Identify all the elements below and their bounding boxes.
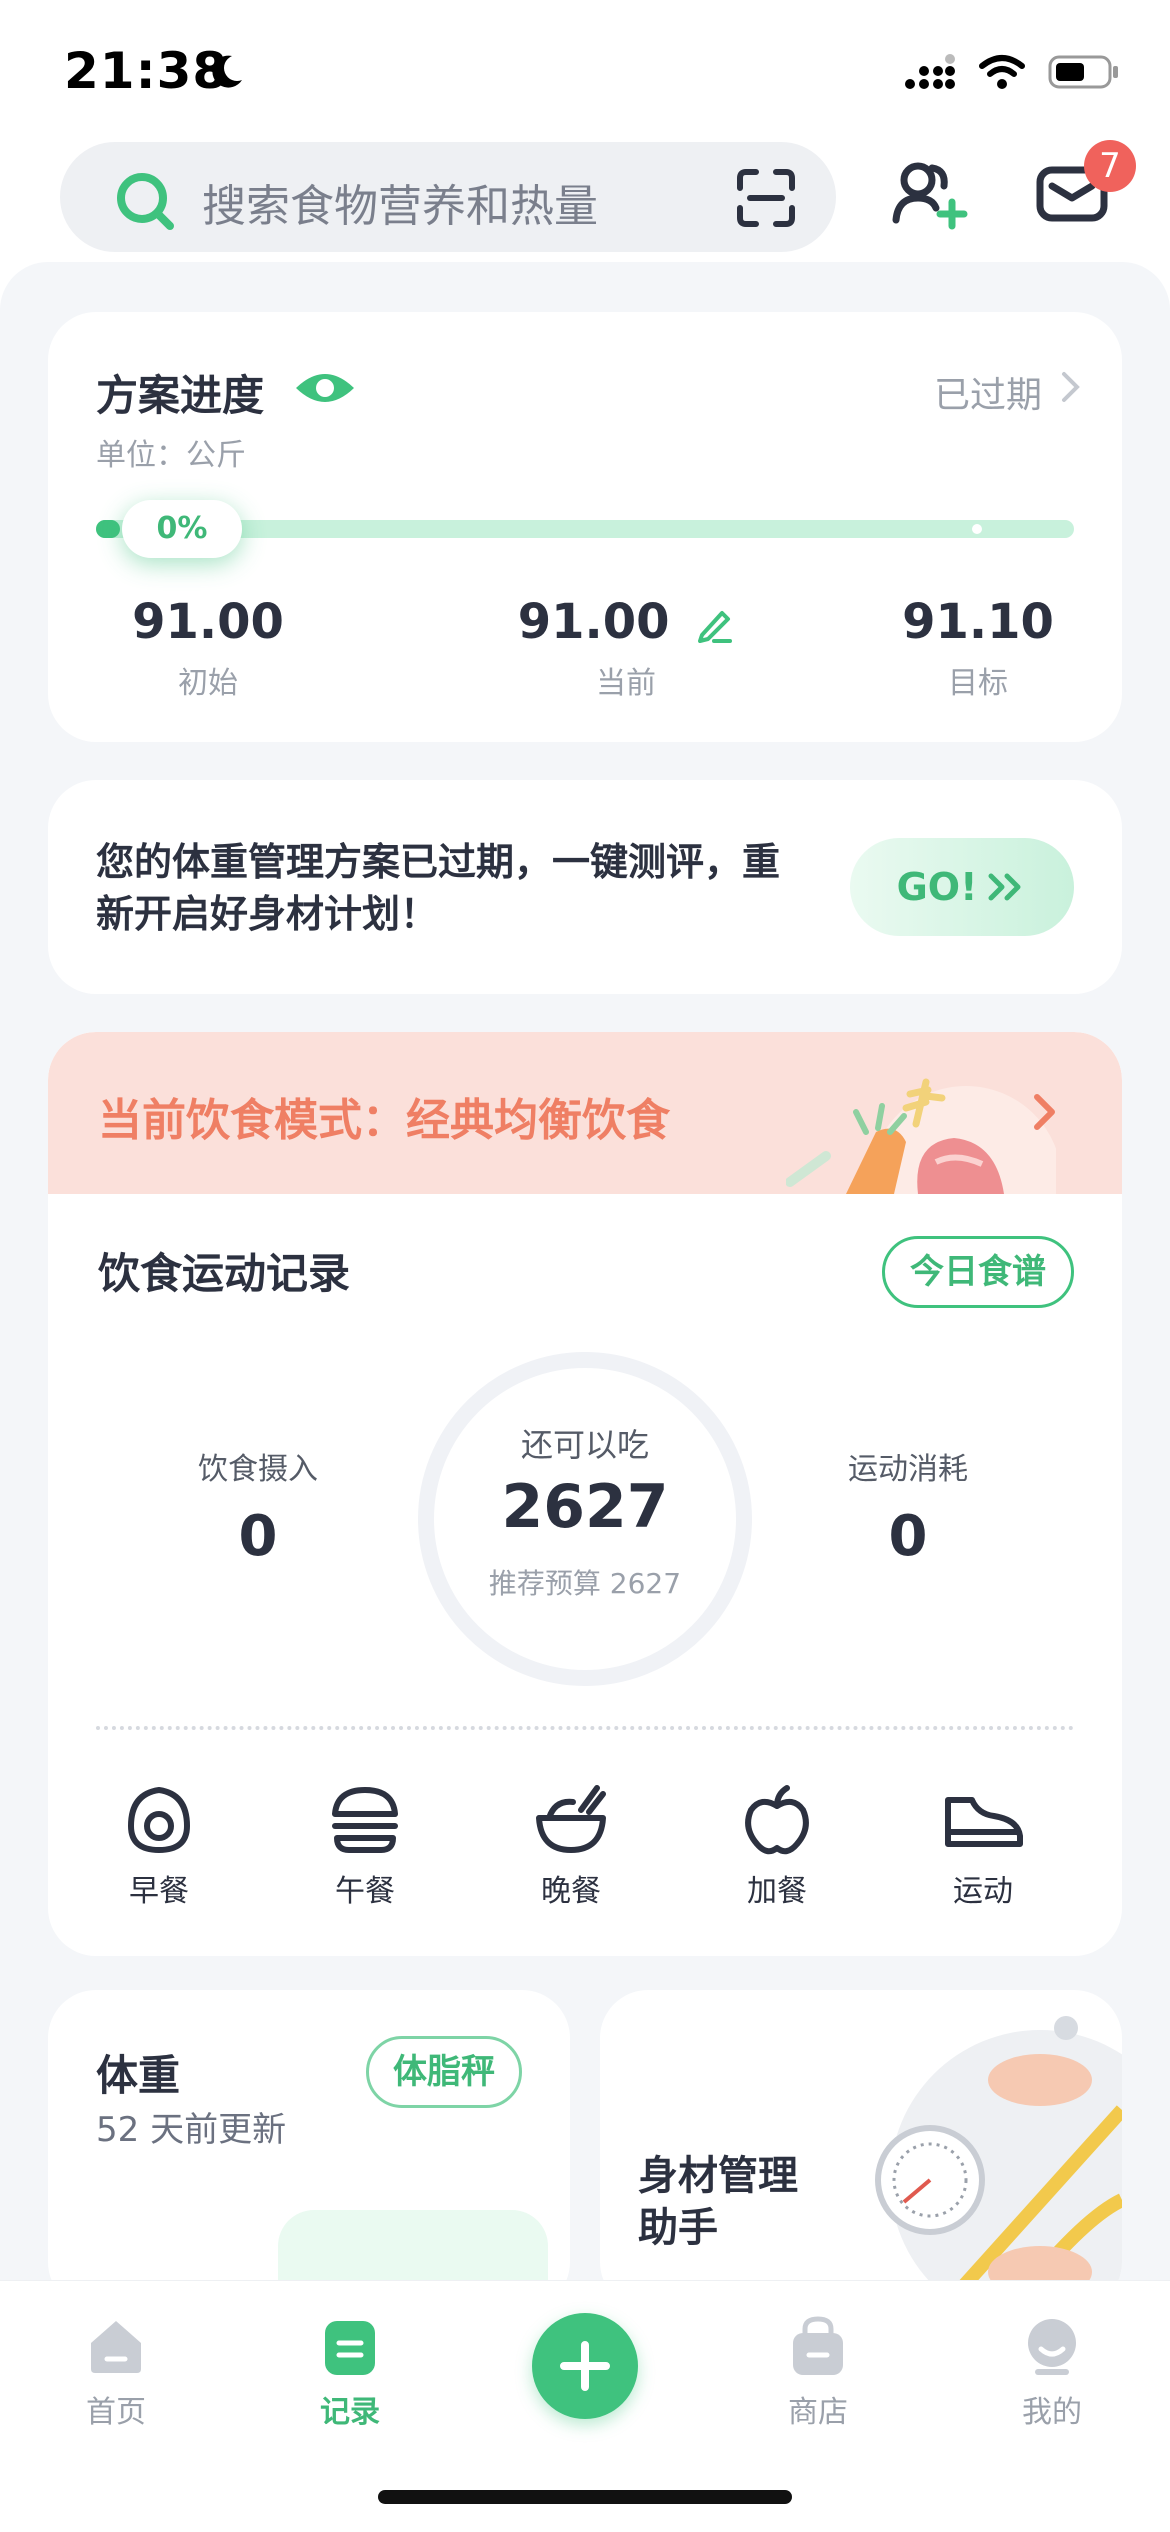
status-indicators	[904, 54, 1120, 90]
weight-updated: 52 天前更新	[96, 2110, 287, 2150]
tab-label: 首页	[86, 2395, 146, 2430]
expired-message: 您的体重管理方案已过期，一键测评，重新开启好身材计划！	[96, 840, 781, 936]
apple-icon	[745, 1785, 809, 1855]
body-assistant-card[interactable]: 身材管理助手	[600, 1990, 1122, 2310]
tab-label: 商店	[788, 2395, 848, 2430]
double-chevron-right-icon	[988, 873, 1021, 901]
initial-label: 初始	[178, 666, 238, 701]
wifi-icon	[979, 55, 1025, 89]
body-assistant-title: 身材管理助手	[638, 2153, 798, 2251]
weight-card[interactable]: 体重 52 天前更新 体脂秤	[48, 1990, 570, 2350]
tab-shop[interactable]: 商店	[748, 2315, 888, 2431]
diet-record-card: 当前饮食模式：经典均衡饮食 饮食运动记录 今日食谱 饮食摄入 0 还可以吃 26…	[48, 1032, 1122, 1956]
plan-title: 方案进度	[96, 371, 265, 420]
mail-badge: 7	[1084, 140, 1136, 192]
current-value: 91.00	[517, 594, 670, 650]
budget-text: 推荐预算 2627	[488, 1567, 682, 1600]
go-button-label: GO!	[896, 865, 978, 909]
search-bar[interactable]: 搜索食物营养和热量	[60, 142, 836, 252]
tab-home[interactable]: 首页	[46, 2315, 186, 2431]
status-time: 21:38	[64, 42, 229, 100]
meal-snack[interactable]: 加餐	[702, 1784, 852, 1910]
battery-icon	[1048, 55, 1118, 89]
plan-progress-card[interactable]: 方案进度 已过期 单位：公斤 0% 91.00 初始 91.00 当前 91.1…	[48, 312, 1122, 742]
tab-label: 记录	[320, 2395, 380, 2430]
signal-icon	[905, 54, 955, 89]
body-fat-scale-button[interactable]: 体脂秤	[366, 2036, 522, 2108]
stat-current[interactable]: 91.00 当前	[486, 594, 766, 702]
sneaker-icon	[945, 1797, 1023, 1847]
meal-label: 运动	[953, 1874, 1013, 1909]
scan-icon[interactable]	[736, 168, 796, 228]
meal-label: 加餐	[747, 1874, 807, 1909]
tab-label: 我的	[1022, 2395, 1082, 2430]
meal-exercise[interactable]: 运动	[908, 1784, 1058, 1910]
meal-breakfast[interactable]: 早餐	[84, 1784, 234, 1910]
progress-target-dot	[972, 524, 982, 534]
egg-icon	[127, 1786, 191, 1854]
meal-label: 午餐	[335, 1874, 395, 1909]
burn-value: 0	[888, 1504, 928, 1569]
record-icon	[325, 2321, 375, 2375]
meal-label: 早餐	[129, 1874, 189, 1909]
plan-status[interactable]: 已过期	[934, 366, 1042, 418]
tab-record[interactable]: 记录	[280, 2315, 420, 2431]
diet-mode-text: 当前饮食模式：经典均衡饮食	[98, 1095, 670, 1146]
record-title: 饮食运动记录	[98, 1249, 351, 1298]
intake-stat: 饮食摄入 0	[128, 1444, 388, 1569]
remaining-label: 还可以吃	[520, 1426, 649, 1464]
today-recipe-button[interactable]: 今日食谱	[882, 1236, 1074, 1308]
progress-fill	[96, 520, 120, 538]
diet-mode-banner[interactable]: 当前饮食模式：经典均衡饮食	[48, 1032, 1122, 1194]
weight-title: 体重	[96, 2051, 181, 2100]
go-button[interactable]: GO!	[850, 838, 1074, 936]
chevron-right-icon[interactable]	[1032, 1092, 1058, 1132]
stat-target: 91.10 目标	[878, 594, 1078, 702]
plan-unit: 单位：公斤	[96, 438, 246, 473]
burger-icon	[332, 1787, 398, 1853]
pencil-icon[interactable]	[694, 605, 734, 645]
burn-stat: 运动消耗 0	[778, 1444, 1038, 1569]
meal-lunch[interactable]: 午餐	[290, 1784, 440, 1910]
search-icon	[117, 173, 174, 230]
divider	[96, 1726, 1074, 1730]
plus-icon	[560, 2341, 610, 2391]
eye-icon[interactable]	[294, 368, 356, 408]
remaining-value: 2627	[501, 1472, 669, 1542]
tab-profile[interactable]: 我的	[982, 2315, 1122, 2431]
initial-value: 91.00	[132, 594, 284, 650]
profile-icon	[1028, 2319, 1076, 2375]
target-label: 目标	[948, 666, 1008, 701]
search-input[interactable]: 搜索食物营养和热量	[202, 170, 598, 234]
current-label: 当前	[596, 666, 656, 701]
chevron-right-icon[interactable]	[1060, 370, 1082, 404]
burn-label: 运动消耗	[848, 1452, 968, 1487]
bowl-icon	[536, 1785, 606, 1853]
intake-value: 0	[238, 1504, 278, 1569]
meal-dinner[interactable]: 晚餐	[496, 1784, 646, 1910]
moon-icon	[212, 55, 242, 88]
add-friend-icon[interactable]	[892, 158, 968, 230]
shop-bag-icon	[793, 2316, 843, 2375]
add-record-button[interactable]	[532, 2313, 638, 2419]
home-icon	[91, 2321, 141, 2373]
plan-expired-card[interactable]: 您的体重管理方案已过期，一键测评，重新开启好身材计划！ GO!	[48, 780, 1122, 994]
food-illustration-icon	[786, 1078, 1056, 1194]
progress-track	[96, 520, 1074, 538]
stat-initial: 91.00 初始	[108, 594, 308, 702]
meal-label: 晚餐	[541, 1874, 601, 1909]
target-value: 91.10	[902, 594, 1054, 650]
progress-percent: 0%	[122, 500, 242, 558]
home-indicator	[378, 2490, 792, 2504]
body-measure-illustration-icon	[875, 2016, 1122, 2310]
intake-label: 饮食摄入	[198, 1452, 318, 1487]
